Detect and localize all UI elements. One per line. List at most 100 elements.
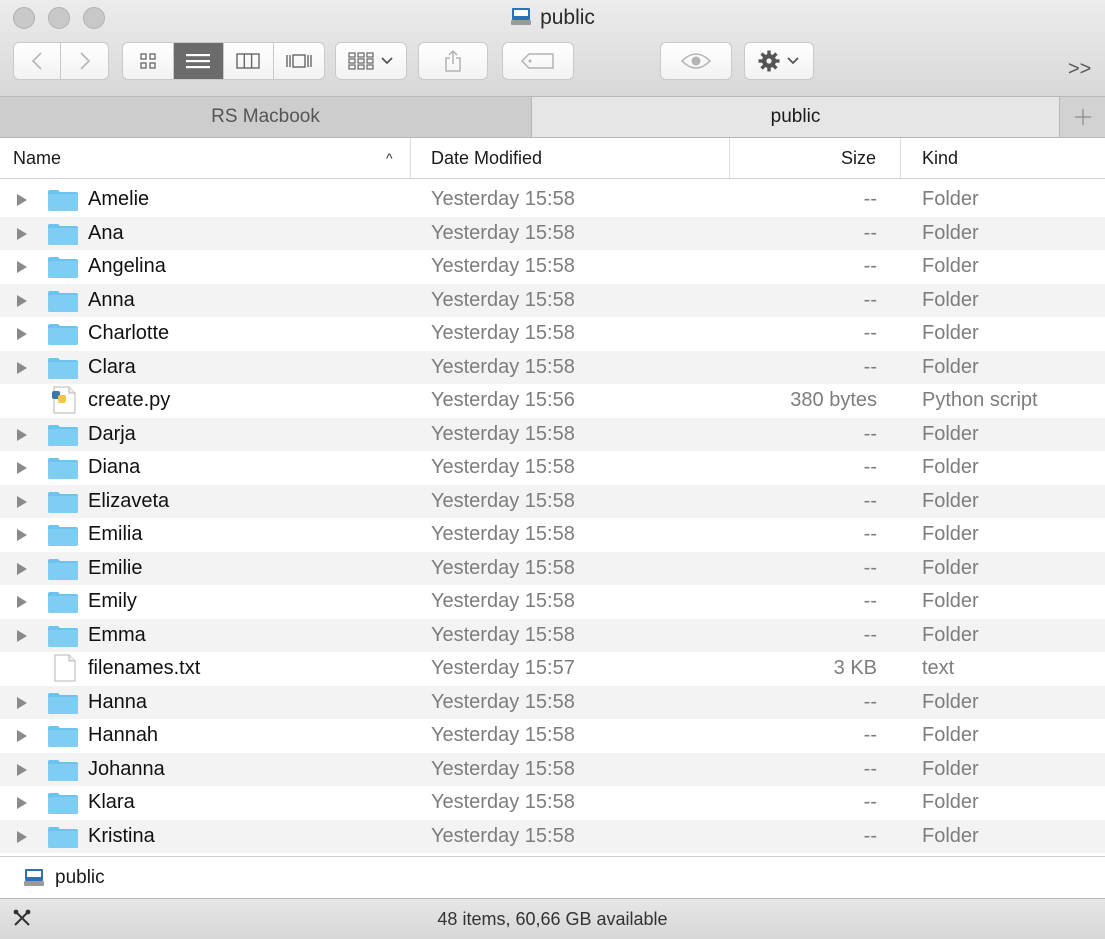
file-date-modified: Yesterday 15:58: [431, 590, 575, 612]
table-row[interactable]: create.py Yesterday 15:56 380 bytes Python …: [0, 384, 1105, 418]
forward-button[interactable]: [61, 43, 108, 79]
text-document-icon: [48, 652, 78, 686]
disclosure-triangle-icon[interactable]: [15, 552, 29, 586]
disclosure-triangle-icon[interactable]: [15, 351, 29, 385]
arrange-grid-icon: [348, 52, 374, 70]
window-title: public: [0, 6, 1105, 30]
icon-grid-icon: [140, 53, 156, 69]
table-row[interactable]: Kristina Yesterday 15:58 -- Folder: [0, 819, 1105, 854]
disclosure-triangle-icon[interactable]: [15, 284, 29, 318]
disclosure-triangle-icon[interactable]: [15, 786, 29, 820]
table-row[interactable]: Angelina Yesterday 15:58 -- Folder: [0, 250, 1105, 284]
file-kind: Folder: [922, 422, 979, 445]
back-button[interactable]: [14, 43, 62, 79]
date-modified-column-header[interactable]: Date Modified: [412, 138, 730, 178]
file-date-modified: Yesterday 15:58: [431, 791, 575, 813]
quick-look-button[interactable]: [660, 42, 732, 80]
file-kind: Folder: [922, 824, 979, 847]
status-bar: 48 items, 60,66 GB available: [0, 898, 1105, 939]
disclosure-triangle-icon[interactable]: [15, 451, 29, 485]
new-tab-button[interactable]: [1060, 97, 1105, 137]
kind-column-header[interactable]: Kind: [902, 138, 1102, 178]
disclosure-triangle-icon[interactable]: [15, 183, 29, 217]
file-name: Emma: [88, 623, 146, 646]
cover-flow-view-button[interactable]: [274, 43, 324, 79]
folder-icon: [48, 485, 78, 519]
table-row[interactable]: Charlotte Yesterday 15:58 -- Folder: [0, 317, 1105, 351]
disclosure-triangle-icon[interactable]: [15, 619, 29, 653]
folder-icon: [48, 418, 78, 452]
share-icon: [445, 49, 461, 72]
table-row[interactable]: Anna Yesterday 15:58 -- Folder: [0, 283, 1105, 318]
disclosure-triangle-icon[interactable]: [15, 485, 29, 519]
column-header: Name ^ Date Modified Size Kind: [0, 138, 1105, 179]
table-row[interactable]: Elizaveta Yesterday 15:58 -- Folder: [0, 484, 1105, 519]
drive-icon: [24, 869, 44, 886]
finder-window: public >> RS Macbook public Name ^ Date …: [0, 0, 1105, 939]
file-date-modified: Yesterday 15:58: [431, 757, 575, 780]
disclosure-triangle-icon[interactable]: [15, 418, 29, 452]
disclosure-triangle-icon[interactable]: [15, 820, 29, 854]
file-kind: Folder: [922, 456, 979, 478]
tab-rs-macbook[interactable]: RS Macbook: [0, 97, 532, 137]
table-row[interactable]: Hanna Yesterday 15:58 -- Folder: [0, 685, 1105, 720]
chevron-down-icon: [787, 57, 799, 65]
table-row[interactable]: Johanna Yesterday 15:58 -- Folder: [0, 752, 1105, 787]
status-text: 48 items, 60,66 GB available: [437, 909, 668, 929]
size-column-header[interactable]: Size: [731, 138, 901, 178]
disclosure-triangle-icon[interactable]: [15, 250, 29, 284]
folder-icon: [48, 686, 78, 720]
table-row[interactable]: Darja Yesterday 15:58 -- Folder: [0, 417, 1105, 452]
column-view-button[interactable]: [224, 43, 274, 79]
table-row[interactable]: Diana Yesterday 15:58 -- Folder: [0, 451, 1105, 485]
file-size: --: [863, 523, 877, 545]
file-kind: Folder: [922, 355, 979, 378]
file-date-modified: Yesterday 15:58: [431, 523, 575, 545]
tab-public[interactable]: public: [532, 97, 1060, 137]
file-kind: Folder: [922, 489, 979, 512]
file-date-modified: Yesterday 15:58: [431, 456, 575, 478]
table-row[interactable]: Hannah Yesterday 15:58 -- Folder: [0, 719, 1105, 753]
tags-button[interactable]: [502, 42, 574, 80]
file-name: filenames.txt: [88, 657, 201, 679]
action-menu-button[interactable]: [744, 42, 814, 80]
file-date-modified: Yesterday 15:56: [431, 389, 575, 411]
file-size: --: [863, 690, 877, 713]
table-row[interactable]: Ana Yesterday 15:58 -- Folder: [0, 216, 1105, 251]
file-size: 380 bytes: [790, 389, 877, 411]
arrange-button[interactable]: [335, 42, 407, 80]
folder-icon: [48, 753, 78, 787]
toolbar-overflow-button[interactable]: >>: [1068, 58, 1091, 81]
file-name: Johanna: [88, 757, 165, 780]
file-kind: Python script: [922, 389, 1038, 411]
file-name: Clara: [88, 355, 136, 378]
table-row[interactable]: Amelie Yesterday 15:58 -- Folder: [0, 183, 1105, 217]
table-row[interactable]: Emily Yesterday 15:58 -- Folder: [0, 585, 1105, 619]
file-name: Darja: [88, 422, 136, 445]
disclosure-triangle-icon[interactable]: [15, 217, 29, 251]
table-row[interactable]: Emma Yesterday 15:58 -- Folder: [0, 618, 1105, 653]
disclosure-triangle-icon[interactable]: [15, 686, 29, 720]
file-date-modified: Yesterday 15:58: [431, 824, 575, 847]
name-column-header[interactable]: Name: [13, 138, 411, 178]
chevron-right-icon: [79, 52, 90, 70]
table-row[interactable]: Emilia Yesterday 15:58 -- Folder: [0, 518, 1105, 552]
folder-icon: [48, 820, 78, 854]
disclosure-triangle-icon[interactable]: [15, 719, 29, 753]
list-view-button[interactable]: [173, 43, 224, 79]
folder-icon: [48, 451, 78, 485]
icon-view-button[interactable]: [123, 43, 174, 79]
share-button[interactable]: [418, 42, 488, 80]
folder-icon: [48, 250, 78, 284]
file-kind: Folder: [922, 221, 979, 244]
disclosure-triangle-icon[interactable]: [15, 585, 29, 619]
table-row[interactable]: Clara Yesterday 15:58 -- Folder: [0, 350, 1105, 385]
file-kind: text: [922, 657, 955, 679]
disclosure-triangle-icon[interactable]: [15, 317, 29, 351]
table-row[interactable]: Emilie Yesterday 15:58 -- Folder: [0, 551, 1105, 586]
disclosure-triangle-icon[interactable]: [15, 518, 29, 552]
table-row[interactable]: Klara Yesterday 15:58 -- Folder: [0, 786, 1105, 820]
path-bar-item[interactable]: public: [55, 857, 105, 898]
disclosure-triangle-icon[interactable]: [15, 753, 29, 787]
table-row[interactable]: filenames.txt Yesterday 15:57 3 KB text: [0, 652, 1105, 686]
